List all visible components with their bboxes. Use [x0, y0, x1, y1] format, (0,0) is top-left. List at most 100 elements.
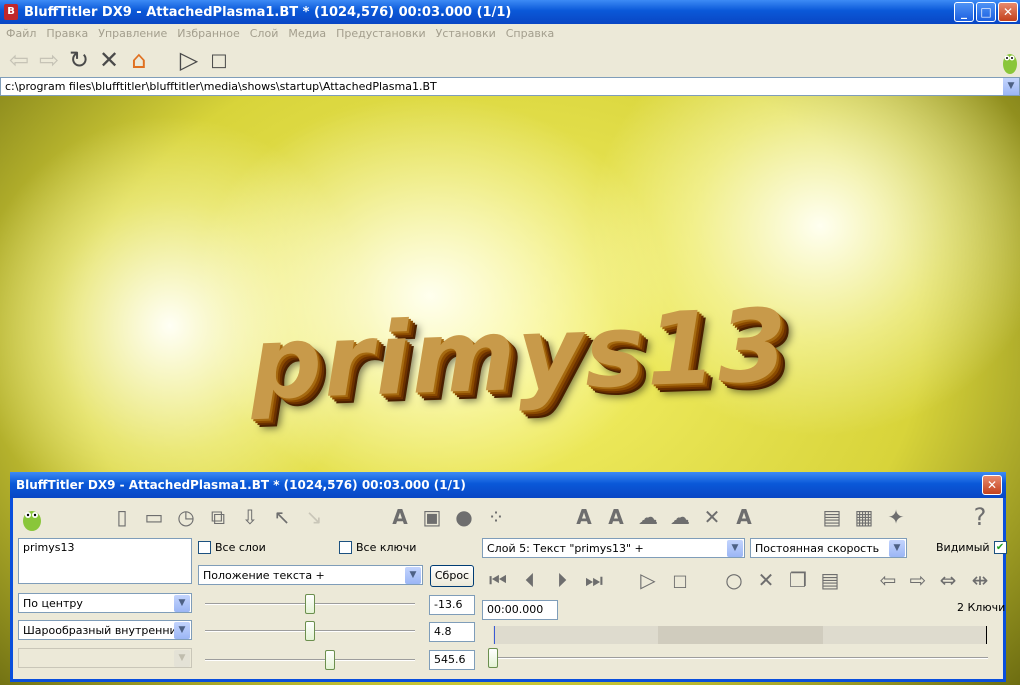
- shift-right-icon[interactable]: ⇨: [904, 566, 932, 594]
- layer-select-arrow-icon[interactable]: ▼: [727, 540, 743, 557]
- path-text[interactable]: c:\program files\blufftitler\blufftitler…: [1, 80, 1003, 93]
- go-to-end-icon[interactable]: ⏭: [580, 566, 608, 594]
- minimize-button[interactable]: _: [954, 2, 974, 22]
- text-input[interactable]: primys13: [18, 538, 192, 584]
- menu-settings[interactable]: Установки: [436, 27, 496, 40]
- window-title: BluffTitler DX9 - AttachedPlasma1.BT * (…: [24, 4, 512, 20]
- layer-select[interactable]: Слой 5: Текст "primys13" + ▼: [482, 538, 745, 558]
- refresh-icon[interactable]: ↻: [64, 45, 94, 75]
- panel-play-icon[interactable]: ▷: [634, 566, 662, 594]
- menu-file[interactable]: Файл: [6, 27, 36, 40]
- menu-edit[interactable]: Правка: [46, 27, 88, 40]
- slider-z-thumb[interactable]: [325, 650, 335, 670]
- panel-close-button[interactable]: ✕: [982, 475, 1002, 495]
- visible-checkbox[interactable]: Видимый ✔: [936, 541, 1007, 554]
- text-layer-icon[interactable]: A: [386, 503, 414, 531]
- stop-square-icon[interactable]: □: [204, 45, 234, 75]
- all-layers-checkbox[interactable]: Все слои: [198, 541, 266, 554]
- menu-control[interactable]: Управление: [98, 27, 167, 40]
- shape-select[interactable]: Шарообразный внутренний ▼: [18, 620, 192, 640]
- slider-x-thumb[interactable]: [305, 594, 315, 614]
- play-icon[interactable]: ▷: [174, 45, 204, 75]
- shape-select-value: Шарообразный внутренний: [23, 623, 184, 637]
- value-z-input[interactable]: 545.6: [429, 650, 475, 670]
- time-slider[interactable]: [488, 648, 988, 668]
- speed-select-value: Постоянная скорость: [755, 541, 880, 555]
- panel-stop-icon[interactable]: □: [666, 566, 694, 594]
- timeline-track[interactable]: [493, 626, 987, 644]
- value-y-input[interactable]: 4.8: [429, 622, 475, 642]
- keys-count: 2 Ключи: [957, 601, 1006, 614]
- menu-favorites[interactable]: Избранное: [177, 27, 239, 40]
- clock-icon[interactable]: ◷: [172, 503, 200, 531]
- close-button[interactable]: ✕: [998, 2, 1018, 22]
- previous-key-icon[interactable]: ⏴: [516, 566, 544, 594]
- text-style-a-icon[interactable]: A: [570, 503, 598, 531]
- timeline-end-marker: [986, 626, 987, 644]
- shape-select-arrow-icon[interactable]: ▼: [174, 622, 190, 639]
- timeline-range: [658, 626, 823, 644]
- menu-presets[interactable]: Предустановки: [336, 27, 426, 40]
- delete-icon[interactable]: ✕: [698, 503, 726, 531]
- expand-icon[interactable]: ⇔: [934, 566, 962, 594]
- time-slider-thumb[interactable]: [488, 648, 498, 668]
- align-select[interactable]: По центру ▼: [18, 593, 192, 613]
- path-bar[interactable]: c:\program files\blufftitler\blufftitler…: [0, 77, 1020, 96]
- resize-icon[interactable]: ⧉: [204, 503, 232, 531]
- new-file-icon[interactable]: ▯: [108, 503, 136, 531]
- layer-select-value: Слой 5: Текст "primys13" +: [487, 541, 644, 555]
- menu-help[interactable]: Справка: [506, 27, 554, 40]
- shift-left-icon[interactable]: ⇦: [874, 566, 902, 594]
- slider-y-thumb[interactable]: [305, 621, 315, 641]
- magic-wand-icon[interactable]: ✦: [882, 503, 910, 531]
- stop-icon[interactable]: ✕: [94, 45, 124, 75]
- import-icon[interactable]: ⇩: [236, 503, 264, 531]
- slider-y[interactable]: [205, 621, 415, 641]
- delete-key-icon[interactable]: ✕: [752, 566, 780, 594]
- record-key-icon[interactable]: ○: [720, 566, 748, 594]
- paste-key-icon[interactable]: ▤: [816, 566, 844, 594]
- all-layers-box[interactable]: [198, 541, 211, 554]
- all-keys-box[interactable]: [339, 541, 352, 554]
- collapse-icon[interactable]: ⇹: [966, 566, 994, 594]
- reset-button[interactable]: Сброс: [430, 565, 474, 587]
- property-select-value: Положение текста +: [203, 568, 325, 582]
- arrow-select-icon[interactable]: ↖: [268, 503, 296, 531]
- next-key-icon[interactable]: ⏵: [548, 566, 576, 594]
- speed-select-arrow-icon[interactable]: ▼: [889, 540, 905, 557]
- text-style-b-icon[interactable]: A: [602, 503, 630, 531]
- menu-media[interactable]: Медиа: [288, 27, 326, 40]
- open-folder-icon[interactable]: ▭: [140, 503, 168, 531]
- help-icon[interactable]: ?: [966, 503, 994, 531]
- text-style-c-icon[interactable]: A: [730, 503, 758, 531]
- text-box-icon[interactable]: ▣: [418, 503, 446, 531]
- time-input[interactable]: 00:00.000: [482, 600, 558, 620]
- copy-key-icon[interactable]: ❐: [784, 566, 812, 594]
- font-file-icon[interactable]: ▤: [818, 503, 846, 531]
- back-icon[interactable]: ⇦: [4, 45, 34, 75]
- timeline-cursor[interactable]: [494, 626, 495, 644]
- property-select[interactable]: Положение текста + ▼: [198, 565, 423, 585]
- slider-z[interactable]: [205, 650, 415, 670]
- forward-icon[interactable]: ⇨: [34, 45, 64, 75]
- menu-layer[interactable]: Слой: [250, 27, 279, 40]
- speech-bubble-icon[interactable]: ●: [450, 503, 478, 531]
- visible-box[interactable]: ✔: [993, 541, 1007, 554]
- align-select-arrow-icon[interactable]: ▼: [174, 595, 190, 612]
- all-keys-checkbox[interactable]: Все ключи: [339, 541, 416, 554]
- layer-remove-icon[interactable]: ☁: [666, 503, 694, 531]
- font-folder-icon[interactable]: ▦: [850, 503, 878, 531]
- go-to-start-icon[interactable]: ⏮: [484, 566, 512, 594]
- panel-titlebar: BluffTitler DX9 - AttachedPlasma1.BT * (…: [10, 472, 1006, 498]
- property-select-arrow-icon[interactable]: ▼: [405, 567, 421, 584]
- slider-x[interactable]: [205, 594, 415, 614]
- window-controls: _ □ ✕: [954, 2, 1018, 22]
- maximize-button[interactable]: □: [976, 2, 996, 22]
- speed-select[interactable]: Постоянная скорость ▼: [750, 538, 907, 558]
- particles-icon[interactable]: ⁘: [482, 503, 510, 531]
- path-dropdown-icon[interactable]: ▼: [1003, 78, 1019, 95]
- layer-add-icon[interactable]: ☁: [634, 503, 662, 531]
- value-x-input[interactable]: -13.6: [429, 595, 475, 615]
- home-icon[interactable]: ⌂: [124, 45, 154, 75]
